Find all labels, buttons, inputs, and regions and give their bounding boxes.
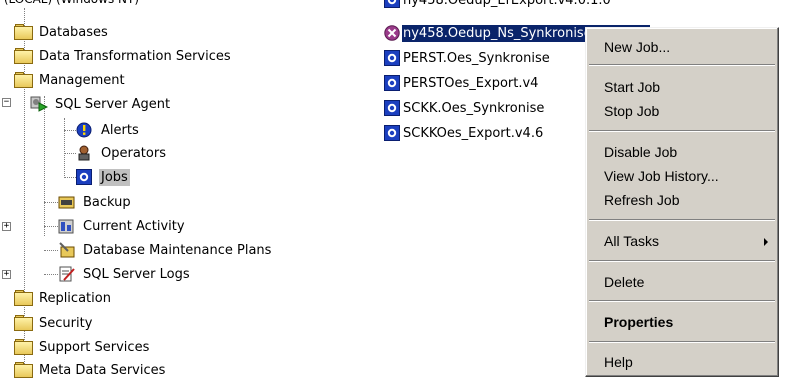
tree-item-label: Security bbox=[39, 315, 93, 331]
expand-sql-logs-toggle[interactable]: + bbox=[2, 270, 11, 279]
job-name: SCKKOes_Export.v4.6 bbox=[403, 125, 544, 141]
tree-item-support-services[interactable]: Support Services bbox=[14, 337, 151, 357]
folder-icon bbox=[14, 24, 33, 40]
tree-item-dts[interactable]: Data Transformation Services bbox=[14, 46, 233, 66]
tree-connector bbox=[44, 96, 45, 236]
menu-item-refresh-job[interactable]: Refresh Job bbox=[604, 190, 679, 210]
job-context-menu: New Job... Start Job Stop Job Disable Jo… bbox=[585, 27, 779, 377]
job-icon bbox=[384, 100, 400, 116]
menu-separator bbox=[589, 64, 775, 66]
job-row[interactable]: PERST.Oes_Synkronise bbox=[384, 48, 551, 68]
tree-item-current-activity[interactable]: Current Activity bbox=[58, 216, 187, 236]
folder-icon bbox=[14, 362, 33, 378]
tree-connector bbox=[64, 118, 65, 178]
sql-agent-icon bbox=[30, 96, 49, 112]
collapse-sql-agent-toggle[interactable]: − bbox=[2, 98, 11, 107]
tree-connector bbox=[44, 226, 58, 227]
menu-item-all-tasks[interactable]: All Tasks bbox=[604, 231, 659, 251]
tree-item-label: Management bbox=[39, 72, 125, 88]
tree-item-label: SQL Server Agent bbox=[55, 96, 171, 112]
tree-item-label: Data Transformation Services bbox=[39, 48, 231, 64]
tree-connector bbox=[64, 153, 76, 154]
folder-icon bbox=[14, 339, 33, 355]
tree-item-sql-server-logs[interactable]: SQL Server Logs bbox=[58, 264, 192, 284]
tree-item-jobs[interactable]: Jobs bbox=[76, 167, 130, 187]
tree-connector bbox=[64, 177, 76, 178]
job-icon bbox=[384, 125, 400, 141]
expand-current-activity-toggle[interactable]: + bbox=[2, 222, 11, 231]
folder-icon bbox=[14, 290, 33, 306]
tree-item-label: Jobs bbox=[99, 168, 130, 186]
tree-item-label: Databases bbox=[39, 24, 108, 40]
menu-separator bbox=[589, 219, 775, 221]
job-name: ny458.Oedup_ErExport.v4.0.1.0 bbox=[403, 0, 611, 8]
menu-item-start-job[interactable]: Start Job bbox=[604, 77, 660, 97]
menu-item-new-job[interactable]: New Job... bbox=[604, 37, 670, 57]
menu-item-properties[interactable]: Properties bbox=[604, 312, 673, 332]
console-tree: (LOCAL) (Windows NT) − + + Databases Dat… bbox=[0, 0, 372, 379]
tree-item-label: Replication bbox=[39, 290, 111, 306]
backup-icon bbox=[58, 194, 76, 210]
tree-item-replication[interactable]: Replication bbox=[14, 288, 113, 308]
tree-item-label: Operators bbox=[101, 145, 166, 161]
job-failed-icon bbox=[384, 25, 400, 41]
job-row[interactable]: ny458.Oedup_ErExport.v4.0.1.0 bbox=[384, 0, 612, 10]
tree-item-operators[interactable]: Operators bbox=[76, 143, 168, 163]
tree-item-label: Backup bbox=[83, 194, 131, 210]
menu-separator bbox=[589, 260, 775, 262]
job-icon bbox=[384, 75, 400, 91]
tree-connector bbox=[64, 130, 76, 131]
menu-separator bbox=[589, 341, 775, 343]
tree-connector bbox=[44, 274, 58, 275]
menu-separator bbox=[589, 130, 775, 132]
submenu-arrow-icon bbox=[764, 238, 768, 246]
menu-item-disable-job[interactable]: Disable Job bbox=[604, 142, 677, 162]
operator-icon bbox=[76, 145, 94, 161]
job-icon bbox=[384, 50, 400, 66]
job-row[interactable]: PERSTOes_Export.v4 bbox=[384, 73, 539, 93]
tree-item-databases[interactable]: Databases bbox=[14, 22, 110, 42]
job-name: SCKK.Oes_Synkronise bbox=[403, 100, 545, 116]
tree-item-label: Support Services bbox=[39, 339, 150, 355]
job-row[interactable]: SCKKOes_Export.v4.6 bbox=[384, 123, 544, 143]
job-icon bbox=[76, 169, 94, 185]
maintenance-plan-icon bbox=[58, 242, 76, 258]
job-name: PERSTOes_Export.v4 bbox=[403, 75, 539, 91]
folder-icon bbox=[14, 48, 33, 64]
tree-item-meta-data-services[interactable]: Meta Data Services bbox=[14, 360, 167, 379]
tree-item-label: Current Activity bbox=[83, 218, 185, 234]
tree-item-label: Meta Data Services bbox=[39, 362, 166, 378]
pane-splitter[interactable] bbox=[372, 0, 380, 379]
menu-item-help[interactable]: Help bbox=[604, 352, 633, 372]
tree-item-backup[interactable]: Backup bbox=[58, 192, 133, 212]
menu-item-delete[interactable]: Delete bbox=[604, 272, 644, 292]
tree-item-alerts[interactable]: Alerts bbox=[76, 120, 141, 140]
tree-item-management[interactable]: Management bbox=[14, 70, 127, 90]
folder-icon bbox=[14, 315, 33, 331]
job-row[interactable]: SCKK.Oes_Synkronise bbox=[384, 98, 545, 118]
job-name: PERST.Oes_Synkronise bbox=[403, 50, 550, 66]
tree-item-label: Database Maintenance Plans bbox=[83, 242, 272, 258]
tree-item-maintenance-plans[interactable]: Database Maintenance Plans bbox=[58, 240, 273, 260]
tree-connector bbox=[44, 250, 58, 251]
tree-item-sql-server-agent[interactable]: SQL Server Agent bbox=[30, 94, 172, 114]
job-icon bbox=[384, 0, 400, 8]
menu-item-stop-job[interactable]: Stop Job bbox=[604, 101, 659, 121]
tree-connector bbox=[44, 202, 58, 203]
tree-server-node[interactable]: (LOCAL) (Windows NT) bbox=[0, 0, 139, 8]
tree-item-label: Alerts bbox=[101, 122, 139, 138]
log-icon bbox=[58, 266, 76, 282]
activity-icon bbox=[58, 218, 76, 234]
tree-item-security[interactable]: Security bbox=[14, 313, 94, 333]
menu-separator bbox=[589, 300, 775, 302]
tree-item-label: SQL Server Logs bbox=[83, 266, 190, 282]
menu-item-view-job-history[interactable]: View Job History... bbox=[604, 166, 719, 186]
folder-open-icon bbox=[14, 72, 33, 88]
alert-icon bbox=[76, 122, 94, 138]
